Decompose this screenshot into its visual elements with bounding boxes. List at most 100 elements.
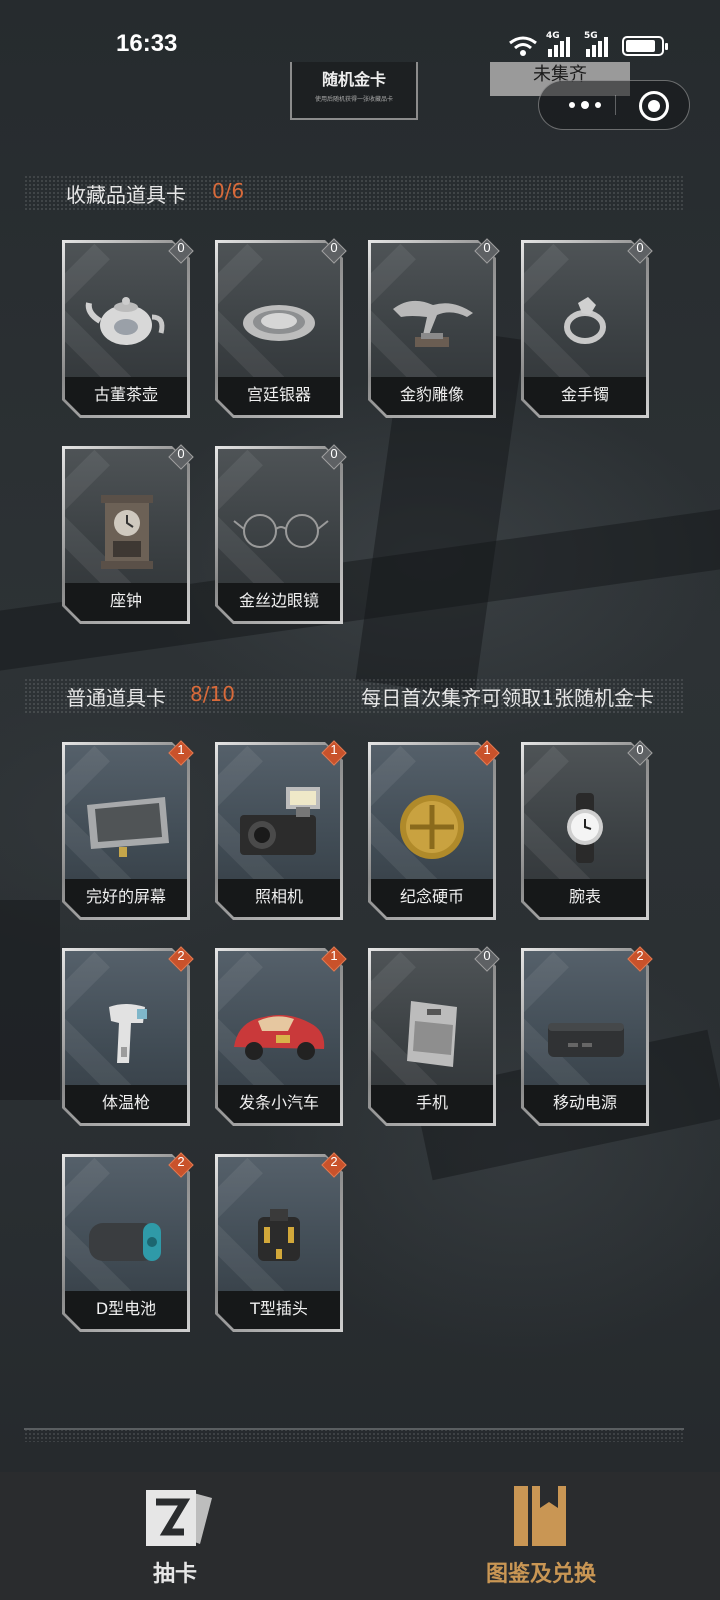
common-note: 每日首次集齐可领取1张随机金卡 bbox=[361, 686, 654, 710]
card-label: 宫廷银器 bbox=[218, 377, 340, 415]
card-label: 体温枪 bbox=[65, 1085, 187, 1123]
card-body: 完好的屏幕 bbox=[65, 745, 187, 917]
quantity-value: 0 bbox=[330, 240, 338, 255]
card-label: D型电池 bbox=[65, 1291, 187, 1329]
common-count: 8/10 bbox=[190, 682, 235, 706]
card-label: 移动电源 bbox=[524, 1085, 646, 1123]
common-item-card[interactable]: T型插头 2 bbox=[215, 1152, 347, 1332]
common-item-card[interactable]: 手机 0 bbox=[368, 946, 500, 1126]
quantity-badge: 1 bbox=[474, 740, 500, 766]
card-body: 发条小汽车 bbox=[218, 951, 340, 1123]
mini-program-capsule bbox=[538, 80, 690, 130]
battery-icon bbox=[622, 36, 668, 56]
tab-draw-card[interactable]: 抽卡 bbox=[100, 1472, 250, 1600]
collectible-card[interactable]: 金豹雕像 0 bbox=[368, 238, 500, 418]
card-label: 完好的屏幕 bbox=[65, 879, 187, 917]
card-label: 金手镯 bbox=[524, 377, 646, 415]
common-item-card[interactable]: 体温枪 2 bbox=[62, 946, 194, 1126]
quantity-badge: 1 bbox=[168, 740, 194, 766]
card-label: 金丝边眼镜 bbox=[218, 583, 340, 621]
wifi-icon bbox=[509, 36, 537, 56]
quantity-value: 0 bbox=[636, 240, 644, 255]
card-label: 金豹雕像 bbox=[371, 377, 493, 415]
card-body: 宫廷银器 bbox=[218, 243, 340, 415]
common-item-card[interactable]: 发条小汽车 1 bbox=[215, 946, 347, 1126]
random-gold-card[interactable]: 随机金卡 使用后随机获得一张收藏品卡 bbox=[290, 62, 418, 120]
common-item-card[interactable]: 纪念硬币 1 bbox=[368, 740, 500, 920]
card-body: 金丝边眼镜 bbox=[218, 449, 340, 621]
card-label: 发条小汽车 bbox=[218, 1085, 340, 1123]
quantity-badge: 2 bbox=[627, 946, 653, 972]
quantity-badge: 2 bbox=[168, 946, 194, 972]
collectible-card[interactable]: 金丝边眼镜 0 bbox=[215, 444, 347, 624]
collectible-card[interactable]: 金手镯 0 bbox=[521, 238, 653, 418]
card-label: T型插头 bbox=[218, 1291, 340, 1329]
quantity-badge: 0 bbox=[321, 238, 347, 264]
quantity-value: 0 bbox=[330, 446, 338, 461]
collectibles-header: 收藏品道具卡 0/6 bbox=[24, 175, 684, 211]
collectibles-count: 0/6 bbox=[212, 179, 245, 203]
book-icon bbox=[514, 1486, 566, 1546]
card-label: 腕表 bbox=[524, 879, 646, 917]
quantity-badge: 1 bbox=[321, 946, 347, 972]
quantity-value: 0 bbox=[177, 240, 185, 255]
quantity-badge: 2 bbox=[168, 1152, 194, 1178]
card-label: 古董茶壶 bbox=[65, 377, 187, 415]
quantity-value: 0 bbox=[483, 948, 491, 963]
collectibles-title: 收藏品道具卡 bbox=[66, 183, 186, 207]
common-title: 普通道具卡 bbox=[66, 686, 166, 710]
card-label: 座钟 bbox=[65, 583, 187, 621]
collectible-card[interactable]: 座钟 0 bbox=[62, 444, 194, 624]
signal-5g-icon: 5G bbox=[584, 31, 614, 57]
card-body: 纪念硬币 bbox=[371, 745, 493, 917]
card-label: 照相机 bbox=[218, 879, 340, 917]
card-body: 体温枪 bbox=[65, 951, 187, 1123]
tab-draw-card-label: 抽卡 bbox=[152, 1562, 197, 1587]
tab-bar: 抽卡 图鉴及兑换 bbox=[0, 1472, 720, 1600]
more-menu-button[interactable] bbox=[557, 81, 613, 129]
quantity-value: 2 bbox=[177, 948, 185, 963]
collectible-card[interactable]: 宫廷银器 0 bbox=[215, 238, 347, 418]
card-body: 手机 bbox=[371, 951, 493, 1123]
quantity-value: 2 bbox=[330, 1154, 338, 1169]
quantity-badge: 0 bbox=[474, 946, 500, 972]
status-icons: 4G 5G bbox=[508, 31, 668, 60]
quantity-badge: 2 bbox=[321, 1152, 347, 1178]
card-body: T型插头 bbox=[218, 1157, 340, 1329]
quantity-badge: 0 bbox=[627, 238, 653, 264]
card-label: 纪念硬币 bbox=[371, 879, 493, 917]
common-item-card[interactable]: 移动电源 2 bbox=[521, 946, 653, 1126]
card-body: 金豹雕像 bbox=[371, 243, 493, 415]
quantity-value: 1 bbox=[483, 742, 491, 757]
status-time: 16:33 bbox=[116, 30, 178, 57]
quantity-badge: 0 bbox=[168, 444, 194, 470]
quantity-badge: 0 bbox=[474, 238, 500, 264]
bottom-divider bbox=[24, 1428, 684, 1442]
common-header: 普通道具卡 8/10 每日首次集齐可领取1张随机金卡 bbox=[24, 678, 684, 714]
quantity-badge: 0 bbox=[321, 444, 347, 470]
card-body: 移动电源 bbox=[524, 951, 646, 1123]
common-item-card[interactable]: 完好的屏幕 1 bbox=[62, 740, 194, 920]
close-miniprogram-button[interactable] bbox=[639, 91, 669, 121]
quantity-value: 0 bbox=[177, 446, 185, 461]
quantity-value: 1 bbox=[330, 742, 338, 757]
card-body: 座钟 bbox=[65, 449, 187, 621]
common-item-card[interactable]: 腕表 0 bbox=[521, 740, 653, 920]
card-body: 照相机 bbox=[218, 745, 340, 917]
tab-collection-exchange[interactable]: 图鉴及兑换 bbox=[456, 1472, 626, 1600]
tab-collection-label: 图鉴及兑换 bbox=[485, 1562, 596, 1587]
card-body: 古董茶壶 bbox=[65, 243, 187, 415]
common-item-card[interactable]: 照相机 1 bbox=[215, 740, 347, 920]
collectible-card[interactable]: 古董茶壶 0 bbox=[62, 238, 194, 418]
quantity-value: 0 bbox=[636, 742, 644, 757]
quantity-value: 1 bbox=[330, 948, 338, 963]
card-body: 金手镯 bbox=[524, 243, 646, 415]
quantity-badge: 0 bbox=[168, 238, 194, 264]
gold-card-title: 随机金卡 bbox=[321, 70, 386, 89]
quantity-value: 2 bbox=[177, 1154, 185, 1169]
card-label: 手机 bbox=[371, 1085, 493, 1123]
gold-card-subtitle: 使用后随机获得一张收藏品卡 bbox=[314, 96, 393, 103]
quantity-value: 2 bbox=[636, 948, 644, 963]
common-item-card[interactable]: D型电池 2 bbox=[62, 1152, 194, 1332]
quantity-value: 0 bbox=[483, 240, 491, 255]
